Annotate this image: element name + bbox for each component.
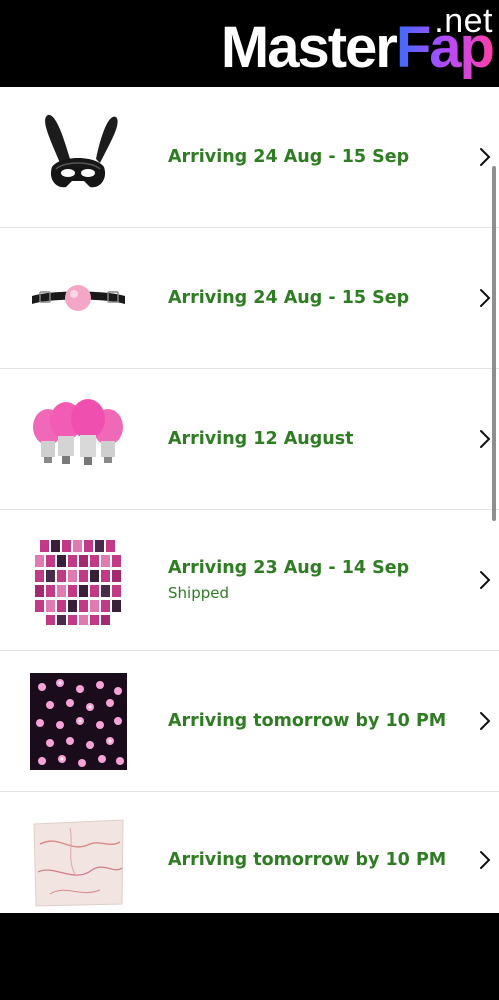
delivery-status: Arriving 12 August (168, 429, 354, 449)
scrollbar[interactable] (492, 166, 496, 521)
delivery-status: Arriving 24 Aug - 15 Sep (168, 288, 410, 308)
product-image-bunny-mask (30, 109, 127, 206)
order-row[interactable]: Arriving tomorrow by 10 PM (0, 792, 499, 927)
chevron-right-icon[interactable] (477, 710, 493, 732)
chevron-right-icon[interactable] (477, 569, 493, 591)
chevron-right-icon[interactable] (477, 146, 493, 168)
chevron-right-icon[interactable] (477, 287, 493, 309)
order-row[interactable]: Arriving tomorrow by 10 PM (0, 651, 499, 792)
top-bar: .net MasterFap (0, 0, 499, 87)
product-image-fairy-lights (30, 673, 127, 770)
delivery-status: Arriving 24 Aug - 15 Sep (168, 147, 410, 167)
watermark-logo: .net MasterFap (185, 2, 495, 82)
shipping-substatus: Shipped (168, 584, 229, 602)
order-row[interactable]: Arriving 24 Aug - 15 Sep (0, 87, 499, 228)
product-image-ball-gag (30, 250, 127, 347)
bottom-bar (0, 913, 499, 1000)
product-image-marble-tapestry (30, 814, 127, 911)
delivery-status: Arriving tomorrow by 10 PM (168, 711, 447, 731)
order-row[interactable]: Arriving 12 August (0, 369, 499, 510)
watermark-name-gradient: Fap (395, 15, 495, 80)
chevron-right-icon[interactable] (477, 849, 493, 871)
watermark-name-white: Master (220, 15, 398, 80)
order-row[interactable]: Arriving 24 Aug - 15 Sep (0, 228, 499, 369)
order-row[interactable]: Arriving 23 Aug - 14 Sep Shipped (0, 510, 499, 651)
product-image-photo-collage (30, 532, 127, 629)
orders-list: Arriving 24 Aug - 15 Sep Arriving 24 Aug… (0, 87, 499, 913)
delivery-status: Arriving 23 Aug - 14 Sep (168, 558, 410, 578)
chevron-right-icon[interactable] (477, 428, 493, 450)
product-image-pink-bulbs (30, 391, 127, 488)
delivery-status: Arriving tomorrow by 10 PM (168, 849, 447, 870)
